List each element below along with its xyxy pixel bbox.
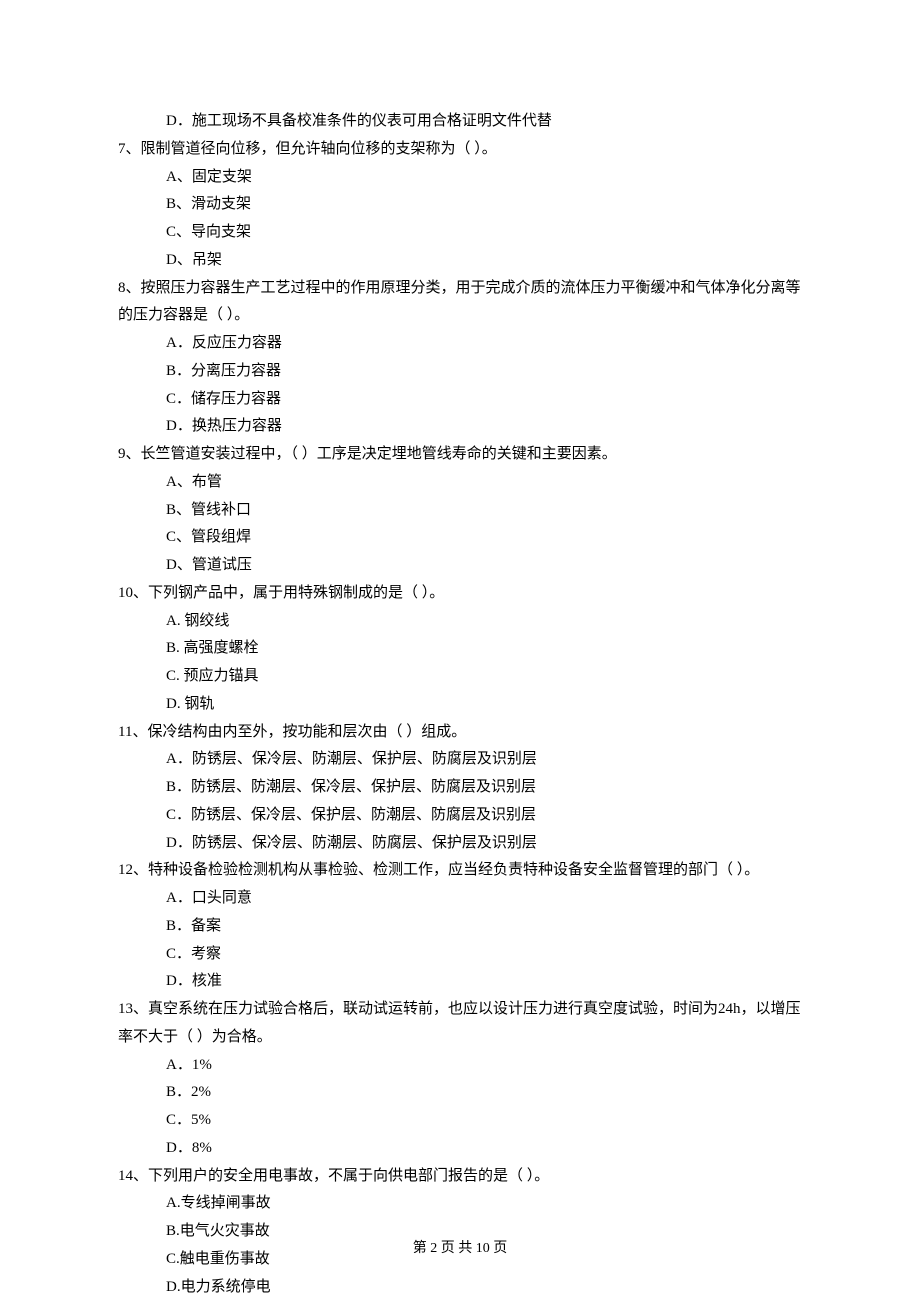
question-13: 13、真空系统在压力试验合格后，联动试运转前，也应以设计压力进行真空度试验，时间… [118,996,802,1163]
option-b: B、滑动支架 [118,191,802,219]
question-stem: 10、下列钢产品中，属于用特殊钢制成的是（ ）。 [118,580,802,608]
option-d: D、管道试压 [118,552,802,580]
option-c: C．考察 [118,941,802,969]
question-stem: 7、限制管道径向位移，但允许轴向位移的支架称为（ ）。 [118,136,802,164]
option-c: C．储存压力容器 [118,386,802,414]
option-d: D．换热压力容器 [118,413,802,441]
option-b: B．备案 [118,913,802,941]
option-b: B．2% [118,1079,802,1107]
question-stem: 12、特种设备检验检测机构从事检验、检测工作，应当经负责特种设备安全监督管理的部… [118,857,802,885]
question-12: 12、特种设备检验检测机构从事检验、检测工作，应当经负责特种设备安全监督管理的部… [118,857,802,996]
option-a: A、固定支架 [118,164,802,192]
question-14: 14、下列用户的安全用电事故，不属于向供电部门报告的是（ ）。 A.专线掉闸事故… [118,1163,802,1302]
option-c: C、管段组焊 [118,524,802,552]
option-b: B．防锈层、防潮层、保冷层、保护层、防腐层及识别层 [118,774,802,802]
option-a: A. 钢绞线 [118,608,802,636]
option-d: D．核准 [118,968,802,996]
question-stem: 14、下列用户的安全用电事故，不属于向供电部门报告的是（ ）。 [118,1163,802,1191]
option-a: A.专线掉闸事故 [118,1190,802,1218]
option-d: D.电力系统停电 [118,1274,802,1302]
option-d: D. 钢轨 [118,691,802,719]
option-c: C、导向支架 [118,219,802,247]
option-c: C．5% [118,1107,802,1135]
option-c: C．防锈层、保冷层、保护层、防潮层、防腐层及识别层 [118,802,802,830]
question-7: 7、限制管道径向位移，但允许轴向位移的支架称为（ ）。 A、固定支架 B、滑动支… [118,136,802,275]
option-b: B、管线补口 [118,497,802,525]
option-a: A．防锈层、保冷层、防潮层、保护层、防腐层及识别层 [118,746,802,774]
option-c: C. 预应力锚具 [118,663,802,691]
page-content: D．施工现场不具备校准条件的仪表可用合格证明文件代替 7、限制管道径向位移，但允… [118,108,802,1301]
option-b: B．分离压力容器 [118,358,802,386]
continued-option-d: D．施工现场不具备校准条件的仪表可用合格证明文件代替 [118,108,802,136]
option-b: B. 高强度螺栓 [118,635,802,663]
page-footer: 第 2 页 共 10 页 [0,1236,920,1262]
option-d: D．8% [118,1135,802,1163]
option-a: A、布管 [118,469,802,497]
option-d: D．防锈层、保冷层、防潮层、防腐层、保护层及识别层 [118,830,802,858]
option-d: D、吊架 [118,247,802,275]
question-stem: 11、保冷结构由内至外，按功能和层次由（ ）组成。 [118,719,802,747]
option-a: A．1% [118,1052,802,1080]
question-11: 11、保冷结构由内至外，按功能和层次由（ ）组成。 A．防锈层、保冷层、防潮层、… [118,719,802,858]
question-stem: 9、长竺管道安装过程中，（ ）工序是决定埋地管线寿命的关键和主要因素。 [118,441,802,469]
question-10: 10、下列钢产品中，属于用特殊钢制成的是（ ）。 A. 钢绞线 B. 高强度螺栓… [118,580,802,719]
question-8: 8、按照压力容器生产工艺过程中的作用原理分类，用于完成介质的流体压力平衡缓冲和气… [118,275,802,442]
question-stem: 8、按照压力容器生产工艺过程中的作用原理分类，用于完成介质的流体压力平衡缓冲和气… [118,275,802,331]
question-9: 9、长竺管道安装过程中，（ ）工序是决定埋地管线寿命的关键和主要因素。 A、布管… [118,441,802,580]
option-a: A．反应压力容器 [118,330,802,358]
option-a: A．口头同意 [118,885,802,913]
question-stem: 13、真空系统在压力试验合格后，联动试运转前，也应以设计压力进行真空度试验，时间… [118,996,802,1052]
